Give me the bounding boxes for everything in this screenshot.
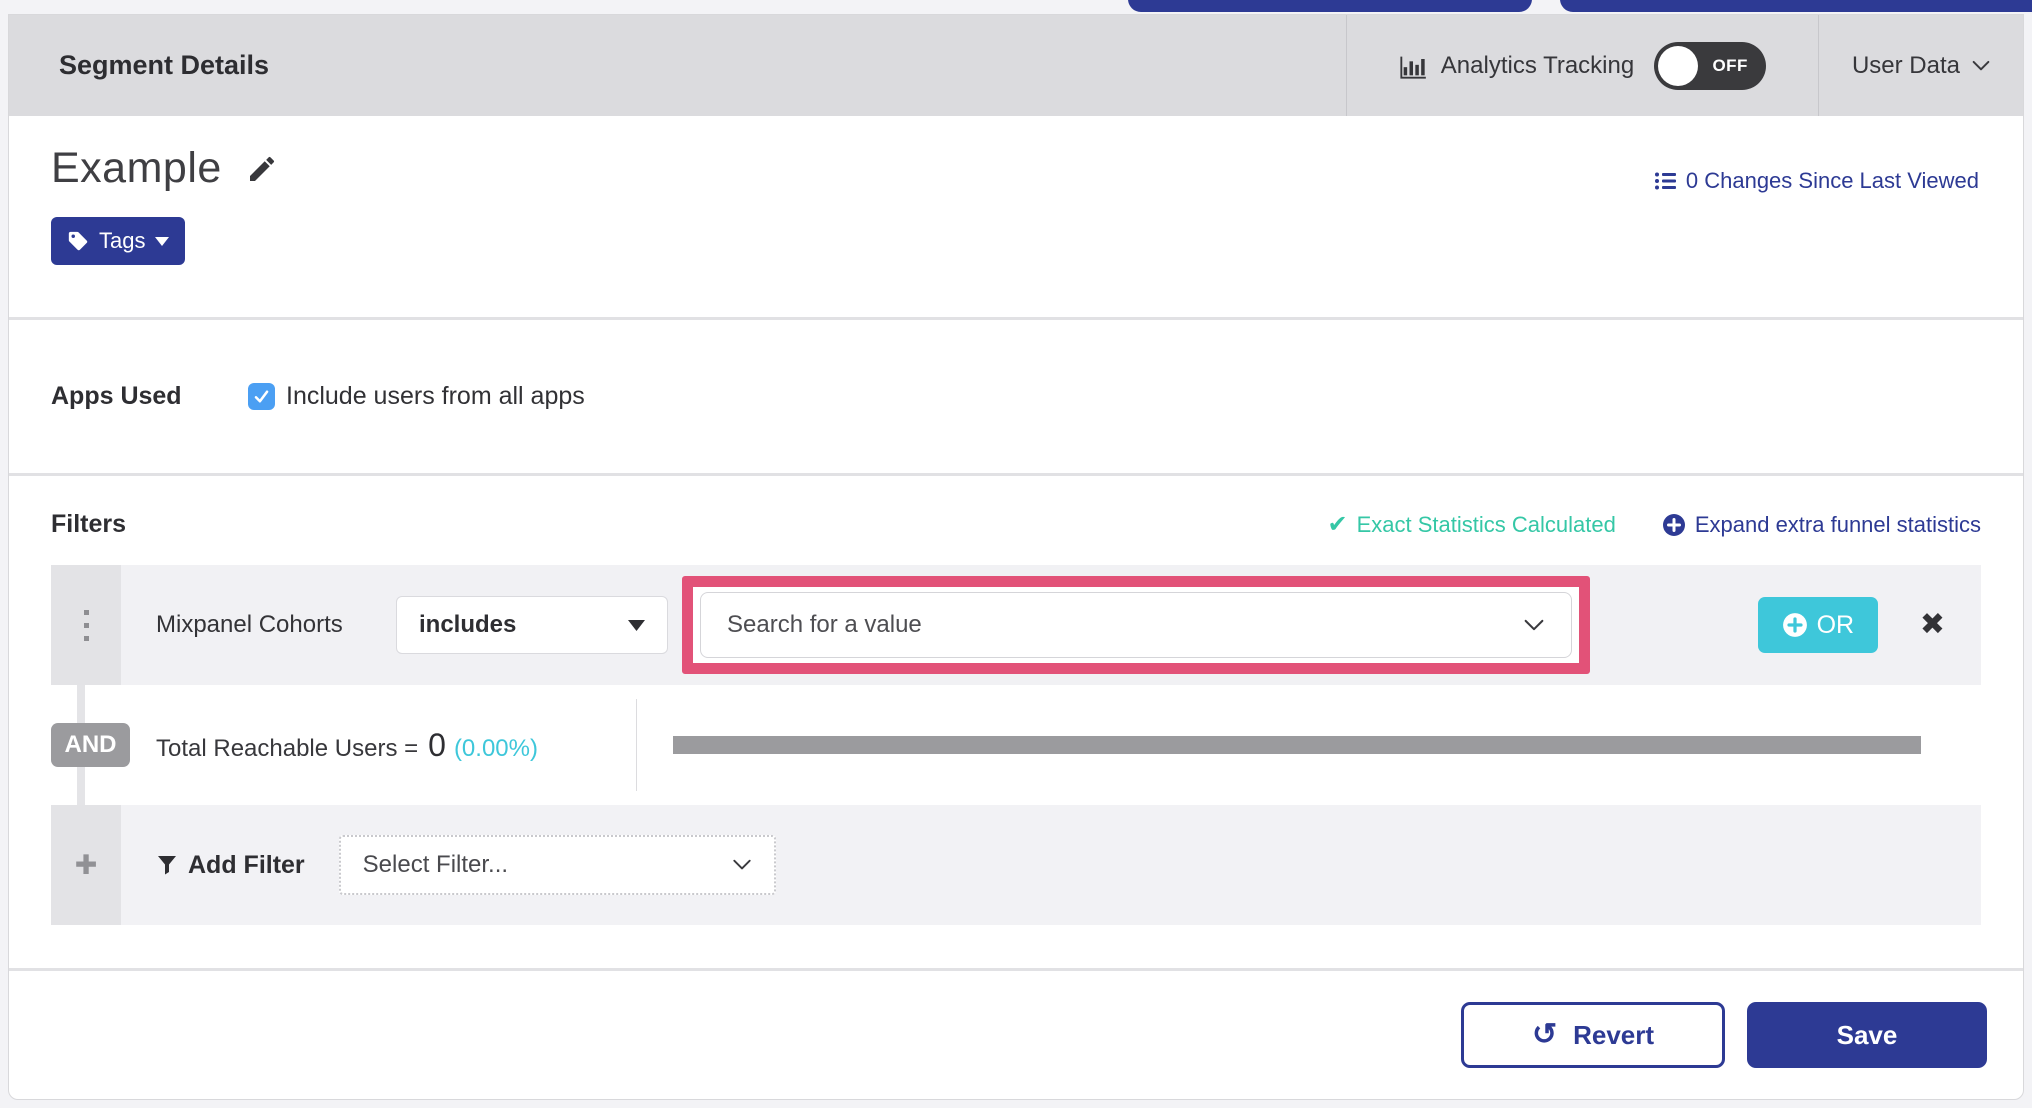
total-reachable-label: Total Reachable Users = bbox=[156, 734, 419, 762]
exact-statistics-label: Exact Statistics Calculated bbox=[1356, 511, 1616, 537]
caret-down-icon bbox=[155, 236, 170, 246]
check-icon: ✔ bbox=[1327, 511, 1348, 538]
add-filter-label-group: Add Filter bbox=[157, 851, 305, 880]
include-all-apps-label: Include users from all apps bbox=[286, 382, 585, 410]
select-filter-dropdown[interactable]: Select Filter... bbox=[338, 835, 776, 895]
remove-filter-icon[interactable]: ✖ bbox=[1920, 610, 1945, 640]
changes-since-last-viewed-link[interactable]: 0 Changes Since Last Viewed bbox=[1654, 168, 1979, 194]
select-filter-placeholder: Select Filter... bbox=[362, 851, 509, 878]
value-search-select[interactable]: Search for a value bbox=[700, 592, 1572, 658]
footer-actions: ↺ Revert Save bbox=[9, 968, 2023, 1099]
panel-title: Segment Details bbox=[59, 50, 270, 80]
filters-heading: Filters bbox=[51, 510, 127, 538]
filter-row: Mixpanel Cohorts includes Search for a v… bbox=[51, 565, 1981, 685]
segment-details-panel: Segment Details Analytics Tracking OFF U… bbox=[8, 14, 2024, 1100]
segment-title-section: Example 0 Changes Since Last Viewed Tags bbox=[9, 116, 2023, 320]
analytics-tracking-section: Analytics Tracking OFF bbox=[1346, 15, 1818, 116]
plus-circle-icon bbox=[1782, 613, 1807, 637]
revert-icon: ↺ bbox=[1531, 1018, 1558, 1051]
tags-button[interactable]: Tags bbox=[51, 217, 186, 265]
value-placeholder: Search for a value bbox=[727, 611, 922, 638]
panel-header: Segment Details Analytics Tracking OFF U… bbox=[9, 15, 2023, 116]
caret-down-icon bbox=[628, 619, 645, 631]
expand-funnel-statistics-link[interactable]: Expand extra funnel statistics bbox=[1662, 512, 1981, 538]
add-row-handle[interactable]: ✚ bbox=[51, 805, 121, 925]
chevron-down-icon bbox=[733, 859, 751, 870]
analytics-tracking-label: Analytics Tracking bbox=[1440, 51, 1635, 79]
apps-used-label: Apps Used bbox=[51, 382, 182, 410]
filter-field-label: Mixpanel Cohorts bbox=[156, 611, 343, 638]
total-reachable-percent: (0.00%) bbox=[453, 734, 538, 762]
expand-funnel-label: Expand extra funnel statistics bbox=[1694, 511, 1981, 537]
operator-value: includes bbox=[419, 611, 517, 638]
drag-dots-icon bbox=[83, 609, 89, 641]
add-filter-row: ✚ Add Filter Select Filter... bbox=[51, 805, 1981, 925]
tag-icon bbox=[68, 231, 88, 251]
filters-section: Filters ✔ Exact Statistics Calculated Ex… bbox=[9, 476, 2023, 968]
plus-icon: ✚ bbox=[74, 849, 98, 880]
add-filter-label: Add Filter bbox=[188, 850, 305, 879]
chevron-down-icon bbox=[1524, 619, 1544, 630]
exact-statistics-status: ✔ Exact Statistics Calculated bbox=[1328, 510, 1616, 539]
funnel-icon bbox=[158, 855, 176, 874]
user-data-dropdown[interactable]: User Data bbox=[1818, 15, 2023, 116]
toggle-state-label: OFF bbox=[1712, 55, 1748, 75]
user-data-label: User Data bbox=[1851, 51, 1961, 79]
bar-chart-icon bbox=[1400, 56, 1426, 79]
top-nav-button-left[interactable] bbox=[1128, 0, 1532, 12]
tags-button-label: Tags bbox=[99, 228, 146, 253]
top-nav-button-right[interactable] bbox=[1560, 0, 2032, 12]
highlight-box: Search for a value bbox=[682, 576, 1590, 674]
vertical-divider bbox=[636, 699, 637, 791]
or-button-label: OR bbox=[1816, 610, 1855, 639]
and-badge: AND bbox=[51, 723, 130, 767]
total-reachable-value: 0 bbox=[428, 726, 446, 763]
check-icon bbox=[254, 390, 269, 403]
plus-circle-icon bbox=[1662, 513, 1685, 536]
operator-select[interactable]: includes bbox=[396, 596, 668, 654]
drag-handle[interactable] bbox=[51, 565, 121, 685]
revert-button-label: Revert bbox=[1573, 1019, 1655, 1050]
save-button[interactable]: Save bbox=[1747, 1002, 1987, 1068]
include-all-apps-checkbox[interactable] bbox=[248, 383, 275, 410]
list-icon bbox=[1654, 172, 1676, 190]
add-or-condition-button[interactable]: OR bbox=[1757, 597, 1878, 653]
chevron-down-icon bbox=[1972, 60, 1990, 70]
revert-button[interactable]: ↺ Revert bbox=[1461, 1002, 1725, 1068]
total-reachable-row: AND Total Reachable Users = 0 (0.00%) bbox=[51, 685, 1981, 805]
analytics-tracking-toggle[interactable]: OFF bbox=[1654, 41, 1767, 90]
include-all-apps-option: Include users from all apps bbox=[248, 382, 585, 411]
toggle-knob bbox=[1658, 45, 1699, 86]
segment-name: Example bbox=[51, 144, 222, 192]
edit-pencil-icon[interactable] bbox=[246, 153, 278, 185]
apps-used-section: Apps Used Include users from all apps bbox=[9, 320, 2023, 476]
changes-link-label: 0 Changes Since Last Viewed bbox=[1685, 168, 1979, 193]
reachable-users-bar bbox=[673, 736, 1921, 754]
